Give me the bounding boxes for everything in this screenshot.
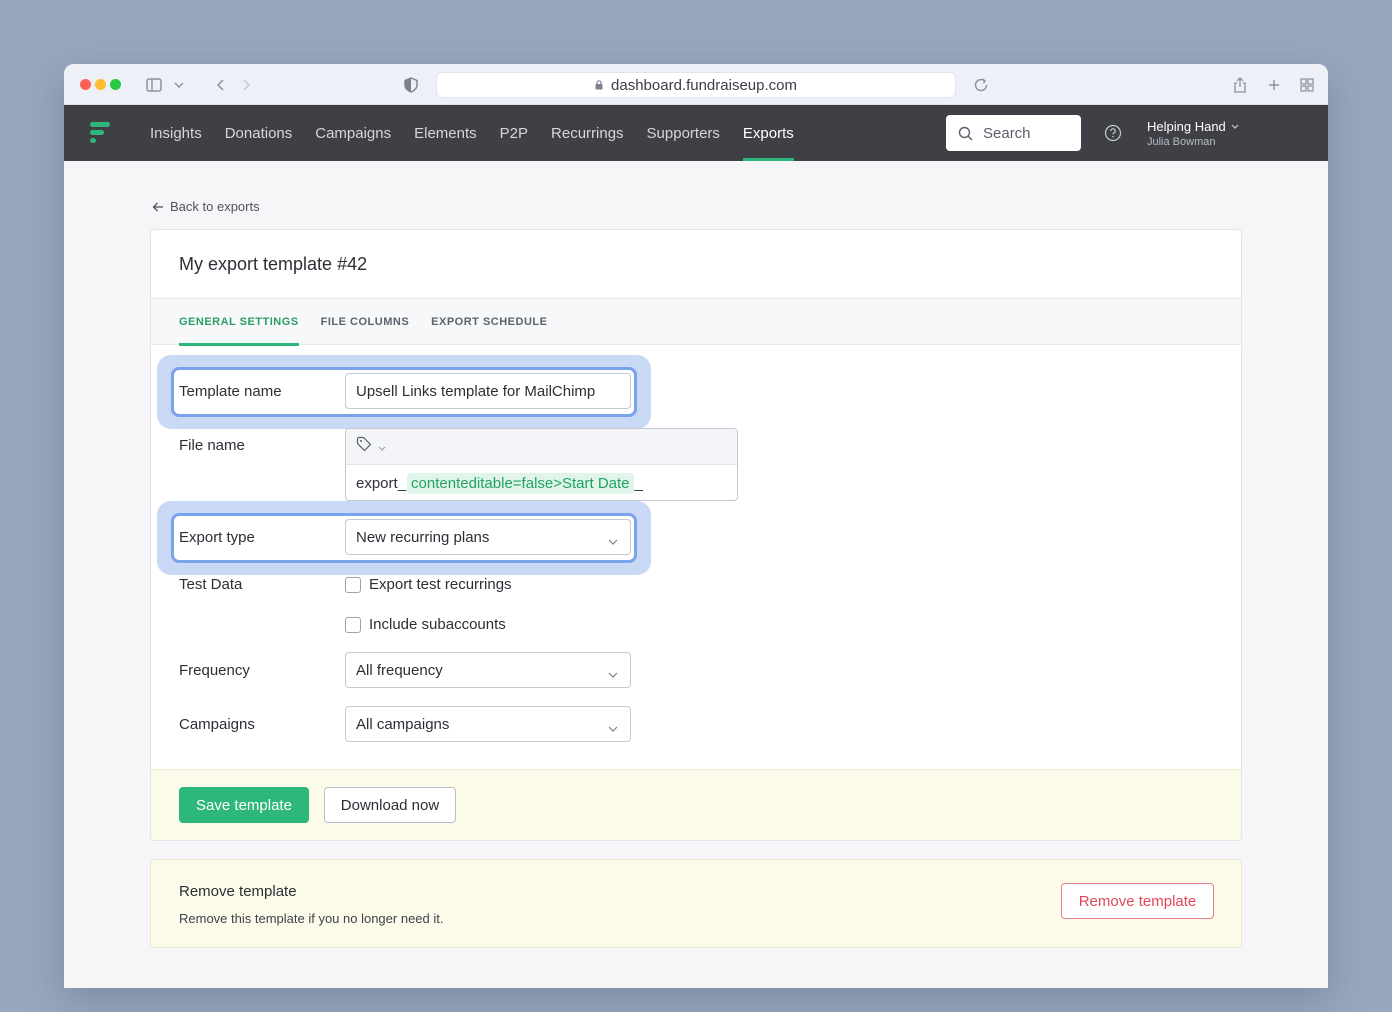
file-name-suffix: _ <box>634 474 643 492</box>
frequency-select[interactable]: All frequency <box>345 652 631 688</box>
chevron-down-icon <box>608 532 618 549</box>
browser-toolbar: dashboard.fundraiseup.com <box>64 64 1328 105</box>
back-arrow-icon[interactable] <box>211 75 231 95</box>
template-name-input[interactable]: Upsell Links template for MailChimp <box>345 373 631 409</box>
export-test-recurrings-checkbox[interactable]: Export test recurrings <box>345 576 512 593</box>
campaigns-select[interactable]: All campaigns <box>345 706 631 742</box>
remove-template-button[interactable]: Remove template <box>1061 883 1214 919</box>
tab-general-settings[interactable]: GENERAL SETTINGS <box>179 299 299 346</box>
remove-template-description: Remove this template if you no longer ne… <box>179 911 444 926</box>
account-org-name: Helping Hand <box>1147 119 1226 134</box>
search-button[interactable]: Search <box>946 115 1081 151</box>
download-now-button[interactable]: Download now <box>324 787 456 823</box>
export-type-select[interactable]: New recurring plans <box>345 519 631 555</box>
tab-export-schedule[interactable]: EXPORT SCHEDULE <box>431 299 547 345</box>
top-nav: Insights Donations Campaigns Elements P2… <box>64 105 1328 161</box>
file-name-token[interactable]: contenteditable=false>Start Date <box>407 472 634 494</box>
nav-item-exports[interactable]: Exports <box>742 105 794 161</box>
url-bar[interactable]: dashboard.fundraiseup.com <box>436 72 956 98</box>
file-name-editor[interactable]: export_ contenteditable=false>Start Date… <box>345 428 738 501</box>
checkbox-box[interactable] <box>345 616 361 633</box>
maximize-window-button[interactable] <box>110 79 121 90</box>
nav-item-p2p[interactable]: P2P <box>500 105 528 161</box>
nav-item-elements[interactable]: Elements <box>414 105 477 161</box>
page-title: My export template #42 <box>151 230 1241 299</box>
chevron-down-icon <box>1231 124 1239 129</box>
chevron-down-icon <box>608 665 618 682</box>
nav-item-donations[interactable]: Donations <box>225 105 293 161</box>
save-template-button[interactable]: Save template <box>179 787 309 823</box>
frequency-value: All frequency <box>356 661 443 679</box>
remove-template-card: Remove template Remove this template if … <box>150 859 1242 948</box>
checkbox-box[interactable] <box>345 576 361 593</box>
share-icon[interactable] <box>1230 75 1250 95</box>
account-user-name: Julia Bowman <box>1147 136 1216 148</box>
sidebar-toggle-icon[interactable] <box>144 75 164 95</box>
new-tab-icon[interactable] <box>1264 75 1284 95</box>
search-icon <box>958 126 973 140</box>
account-switcher[interactable]: Helping Hand Julia Bowman <box>1147 119 1239 148</box>
arrow-left-icon <box>152 202 163 211</box>
nav-item-recurrings[interactable]: Recurrings <box>551 105 624 161</box>
template-name-label: Template name <box>179 383 282 400</box>
tab-file-columns[interactable]: FILE COLUMNS <box>321 299 410 345</box>
lock-icon <box>595 77 603 94</box>
file-name-value[interactable]: export_ contenteditable=false>Start Date… <box>346 465 737 500</box>
nav-item-supporters[interactable]: Supporters <box>647 105 720 161</box>
file-name-label: File name <box>179 437 245 454</box>
minimize-window-button[interactable] <box>95 79 106 90</box>
browser-window: dashboard.fundraiseup.com Insights Donat… <box>64 64 1328 988</box>
back-to-exports-link[interactable]: Back to exports <box>152 199 260 214</box>
general-settings-form: Template name Upsell Links template for … <box>151 345 1241 770</box>
nav-item-campaigns[interactable]: Campaigns <box>315 105 391 161</box>
remove-template-title: Remove template <box>179 883 297 900</box>
chevron-down-icon <box>608 719 618 736</box>
close-window-button[interactable] <box>80 79 91 90</box>
url-text: dashboard.fundraiseup.com <box>611 76 797 94</box>
forward-arrow-icon[interactable] <box>236 75 256 95</box>
export-type-label: Export type <box>179 529 255 546</box>
template-settings-card: My export template #42 GENERAL SETTINGS … <box>150 229 1242 841</box>
privacy-shield-icon[interactable] <box>401 75 421 95</box>
reload-icon[interactable] <box>971 75 991 95</box>
card-footer: Save template Download now <box>151 769 1241 840</box>
fundraiseup-logo-icon[interactable] <box>90 121 114 145</box>
nav-links: Insights Donations Campaigns Elements P2… <box>150 105 817 161</box>
campaigns-value: All campaigns <box>356 715 450 733</box>
include-subaccounts-checkbox[interactable]: Include subaccounts <box>345 616 506 633</box>
template-name-value: Upsell Links template for MailChimp <box>356 382 596 400</box>
search-label: Search <box>983 124 1031 142</box>
nav-item-insights[interactable]: Insights <box>150 105 202 161</box>
help-icon[interactable] <box>1104 124 1122 142</box>
tag-icon[interactable] <box>356 436 372 457</box>
file-name-prefix: export_ <box>356 474 407 492</box>
back-link-label: Back to exports <box>170 199 260 214</box>
export-type-value: New recurring plans <box>356 528 490 546</box>
campaigns-label: Campaigns <box>179 716 255 733</box>
test-data-label: Test Data <box>179 576 243 593</box>
chevron-down-icon[interactable] <box>169 75 189 95</box>
settings-tabs: GENERAL SETTINGS FILE COLUMNS EXPORT SCH… <box>151 299 1241 346</box>
chevron-down-icon[interactable] <box>378 438 386 456</box>
file-name-toolbar <box>346 429 737 465</box>
frequency-label: Frequency <box>179 662 250 679</box>
include-subaccounts-label: Include subaccounts <box>369 616 506 633</box>
export-test-recurrings-label: Export test recurrings <box>369 576 512 593</box>
tab-overview-icon[interactable] <box>1297 75 1317 95</box>
